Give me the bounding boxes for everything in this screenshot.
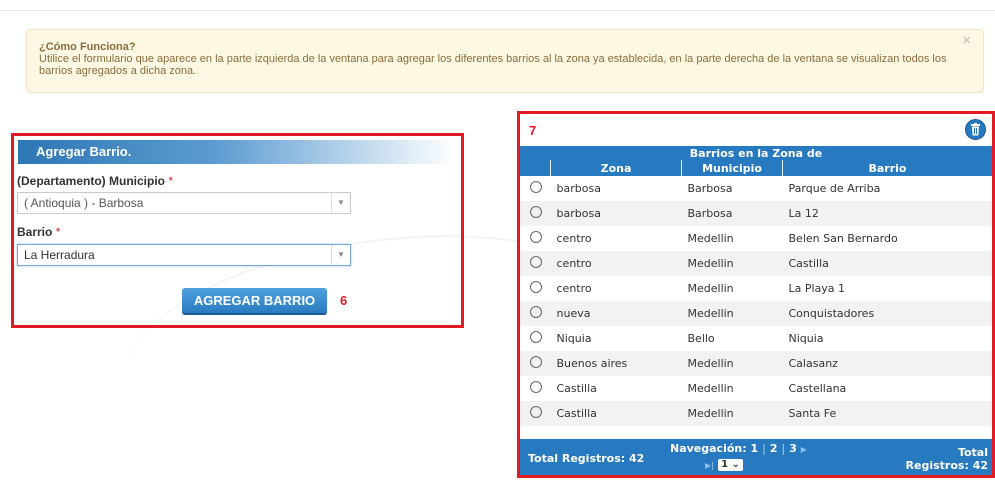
row-select-cell — [520, 401, 551, 426]
chevron-down-icon: ⌄ — [731, 459, 740, 470]
table-row[interactable]: Niquia Bello Niquia — [520, 326, 992, 351]
row-select-cell — [520, 176, 551, 201]
total-records: Total Registros: 42 — [528, 452, 645, 465]
cell-municipio: Medellin — [681, 251, 783, 276]
row-select-cell — [520, 376, 551, 401]
cell-barrio: Santa Fe — [782, 401, 992, 426]
cell-municipio: Medellin — [681, 376, 783, 401]
add-barrio-button[interactable]: AGREGAR BARRIO — [182, 288, 327, 313]
table-row[interactable]: barbosa Barbosa Parque de Arriba — [520, 176, 992, 201]
cell-municipio: Barbosa — [681, 201, 783, 226]
barrios-panel: 7 Barrios en la Zona de Zona Municipio B… — [517, 111, 995, 478]
total-records-right: Total Registros: 42 — [905, 446, 988, 472]
cell-zona: Buenos aires — [550, 351, 682, 376]
col-zona: Zona — [550, 160, 682, 176]
row-select-cell — [520, 351, 551, 376]
cell-zona: centro — [550, 251, 682, 276]
row-radio[interactable] — [530, 381, 542, 393]
trash-icon[interactable] — [965, 119, 986, 140]
row-select-cell — [520, 201, 551, 226]
cell-zona: Castilla — [550, 376, 682, 401]
panel-header: Agregar Barrio. — [18, 140, 456, 164]
page-jump: ▶| 1 ⌄ — [705, 459, 743, 471]
page-link-3[interactable]: 3 — [789, 442, 797, 455]
info-alert: ¿Cómo Funciona? Utilice el formulario qu… — [26, 29, 984, 93]
close-icon[interactable]: × — [962, 33, 971, 48]
row-select-cell — [520, 301, 551, 326]
add-barrio-panel: Agregar Barrio. (Departamento) Municipio… — [11, 133, 464, 328]
cell-barrio: Calasanz — [782, 351, 992, 376]
next-page-icon[interactable]: ▶ — [801, 445, 807, 454]
col-municipio: Municipio — [681, 160, 783, 176]
row-radio[interactable] — [530, 256, 542, 268]
municipio-label: (Departamento) Municipio * — [17, 174, 174, 188]
pagination: Navegación: 1 | 2 | 3 ▶ — [670, 442, 807, 455]
table-row[interactable]: Castilla Medellin Castellana — [520, 376, 992, 401]
page-select[interactable]: 1 ⌄ — [718, 459, 743, 471]
cell-barrio: Castellana — [782, 376, 992, 401]
cell-zona: Niquia — [550, 326, 682, 351]
cell-zona: nueva — [550, 301, 682, 326]
chevron-down-icon: ▼ — [331, 193, 350, 213]
cell-barrio: Conquistadores — [782, 301, 992, 326]
cell-municipio: Barbosa — [681, 176, 783, 201]
page-link-2[interactable]: 2 — [770, 442, 778, 455]
cell-municipio: Medellin — [681, 276, 783, 301]
row-radio[interactable] — [530, 231, 542, 243]
page-link-1[interactable]: 1 — [750, 442, 758, 455]
cell-barrio: Parque de Arriba — [782, 176, 992, 201]
row-radio[interactable] — [530, 206, 542, 218]
cell-municipio: Medellin — [681, 226, 783, 251]
col-select — [520, 160, 551, 176]
row-select-cell — [520, 251, 551, 276]
table-row[interactable]: centro Medellin Castilla — [520, 251, 992, 276]
info-title: ¿Cómo Funciona? — [39, 41, 136, 53]
row-select-cell — [520, 276, 551, 301]
cell-municipio: Medellin — [681, 351, 783, 376]
row-radio[interactable] — [530, 331, 542, 343]
barrios-table: Barrios en la Zona de Zona Municipio Bar… — [520, 146, 992, 426]
barrio-label: Barrio * — [17, 225, 61, 239]
table-row[interactable]: centro Medellin La Playa 1 — [520, 276, 992, 301]
row-radio[interactable] — [530, 406, 542, 418]
barrio-select[interactable]: La Herradura ▼ — [17, 244, 351, 266]
row-radio[interactable] — [530, 356, 542, 368]
cell-barrio: La 12 — [782, 201, 992, 226]
top-divider — [0, 10, 995, 11]
annotation-marker-6: 6 — [340, 293, 348, 308]
col-barrio: Barrio — [782, 160, 992, 176]
required-mark: * — [168, 174, 174, 188]
table-row[interactable]: Castilla Medellin Santa Fe — [520, 401, 992, 426]
cell-zona: barbosa — [550, 176, 682, 201]
cell-municipio: Medellin — [681, 401, 783, 426]
table-row[interactable]: nueva Medellin Conquistadores — [520, 301, 992, 326]
row-select-cell — [520, 226, 551, 251]
table-row[interactable]: centro Medellin Belen San Bernardo — [520, 226, 992, 251]
cell-municipio: Bello — [681, 326, 783, 351]
cell-barrio: Castilla — [782, 251, 992, 276]
cell-zona: centro — [550, 226, 682, 251]
row-radio[interactable] — [530, 281, 542, 293]
annotation-marker-7: 7 — [529, 123, 537, 138]
row-radio[interactable] — [530, 181, 542, 193]
table-caption: Barrios en la Zona de — [520, 146, 992, 160]
row-select-cell — [520, 326, 551, 351]
table-footer: Total Registros: 42 Navegación: 1 | 2 | … — [520, 439, 992, 475]
municipio-select[interactable]: ( Antioquia ) - Barbosa ▼ — [17, 192, 351, 214]
cell-barrio: Niquia — [782, 326, 992, 351]
nav-label: Navegación: — [670, 442, 747, 455]
cell-municipio: Medellin — [681, 301, 783, 326]
table-row[interactable]: Buenos aires Medellin Calasanz — [520, 351, 992, 376]
cell-barrio: Belen San Bernardo — [782, 226, 992, 251]
required-mark: * — [55, 225, 61, 239]
cell-zona: Castilla — [550, 401, 682, 426]
row-radio[interactable] — [530, 306, 542, 318]
cell-zona: barbosa — [550, 201, 682, 226]
table-row[interactable]: barbosa Barbosa La 12 — [520, 201, 992, 226]
cell-barrio: La Playa 1 — [782, 276, 992, 301]
chevron-down-icon: ▼ — [331, 245, 350, 265]
last-page-icon[interactable]: ▶| — [705, 461, 714, 470]
info-text: Utilice el formulario que aparece en la … — [39, 53, 947, 77]
cell-zona: centro — [550, 276, 682, 301]
